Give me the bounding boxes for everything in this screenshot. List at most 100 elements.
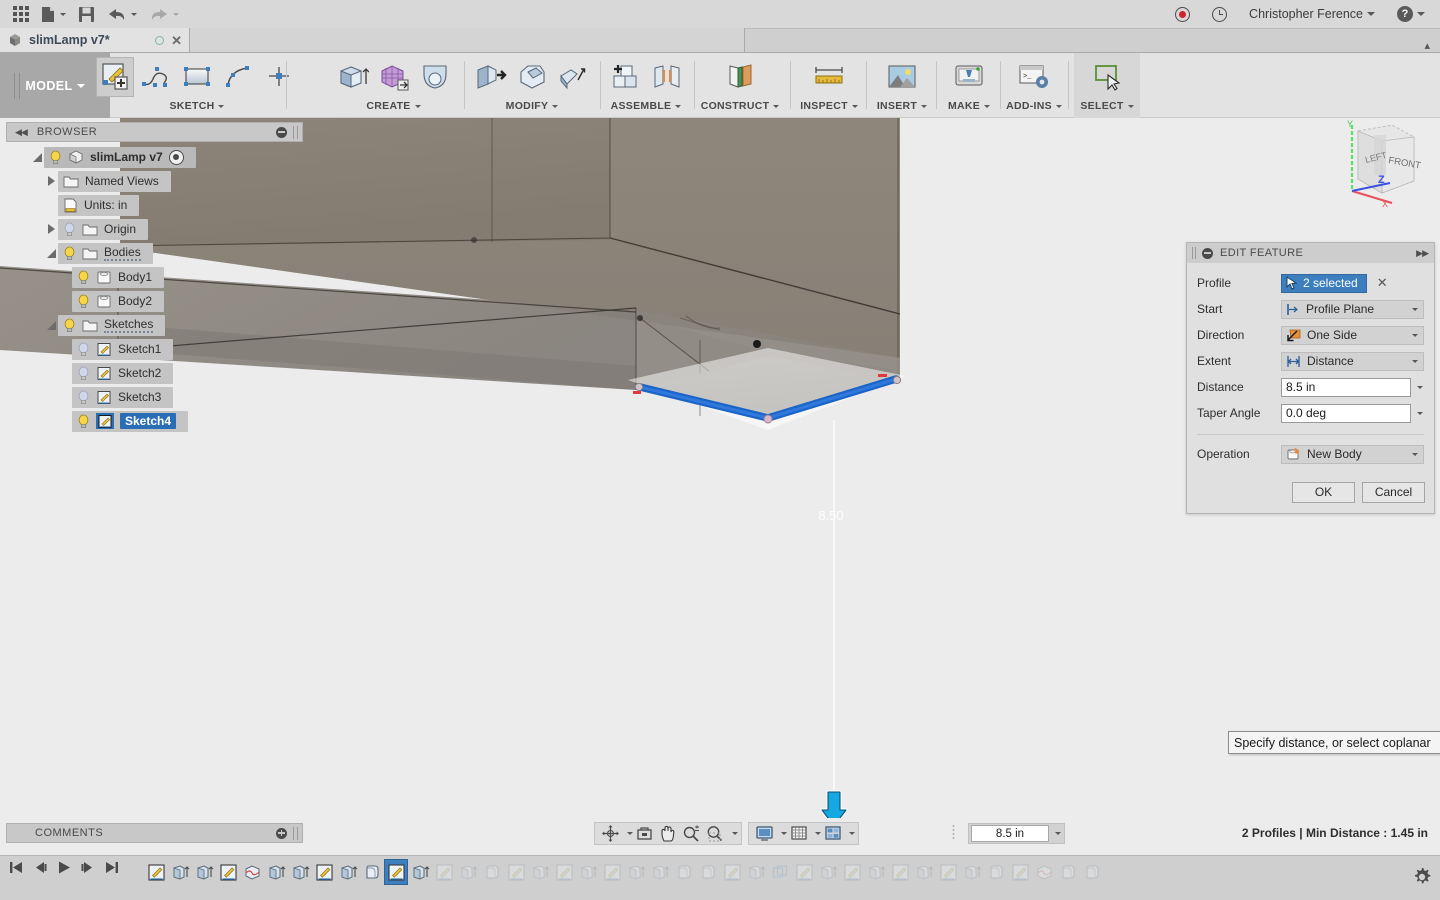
twisty-open-icon[interactable] [44,313,58,337]
timeline-item[interactable] [744,859,768,885]
down-arrow-drag-handle-icon[interactable] [820,790,848,818]
timeline-item[interactable] [768,859,792,885]
joint-icon[interactable] [648,57,686,97]
document-tab[interactable]: slimLamp v7* ✕ [0,28,190,52]
tree-row-sketches[interactable]: Sketches [6,313,303,337]
timeline-item[interactable] [648,859,672,885]
user-menu[interactable]: Christopher Ference [1244,2,1380,26]
tree-row-body1[interactable]: Body1 [6,265,303,289]
viewports-icon[interactable] [821,823,845,844]
tree-row-root[interactable]: slimLamp v7 [6,145,303,169]
timeline-item[interactable] [696,859,720,885]
timeline-item[interactable] [672,859,696,885]
distance-quick-input[interactable]: 8.5 in [968,823,1065,844]
timeline-item[interactable] [144,859,168,885]
ribbon-assemble-label[interactable]: ASSEMBLE [611,97,682,115]
offset-plane-icon[interactable] [721,57,759,97]
redo-icon[interactable] [144,2,184,26]
timeline-item[interactable] [552,859,576,885]
timeline-item[interactable] [720,859,744,885]
timeline-item[interactable] [960,859,984,885]
double-left-arrow-icon[interactable]: ◀◀ [15,127,28,138]
zoom-window-icon[interactable] [703,823,728,844]
start-dropdown[interactable]: Profile Plane [1281,299,1424,319]
timeline-item[interactable] [792,859,816,885]
timeline-item[interactable] [912,859,936,885]
timeline-item[interactable] [816,859,840,885]
timeline-item[interactable] [624,859,648,885]
new-component-icon[interactable] [607,57,645,97]
twisty-closed-icon[interactable] [44,217,58,241]
mesh-icon[interactable] [375,57,413,97]
collapse-ribbon-icon[interactable]: ▴ [1424,39,1440,52]
go-to-end-icon[interactable] [104,860,120,875]
timeline-item[interactable] [1008,859,1032,885]
timeline-item[interactable] [408,859,432,885]
draft-icon[interactable] [554,57,592,97]
tree-row-sketch2[interactable]: Sketch2 [6,361,303,385]
gear-icon[interactable] [1412,867,1432,887]
profile-select-button[interactable]: 2 selected [1281,273,1367,293]
ribbon-create-label[interactable]: CREATE [366,97,421,115]
timeline-item[interactable] [1080,859,1104,885]
pan-icon[interactable] [656,823,679,844]
go-to-beginning-icon[interactable] [8,860,24,875]
ribbon-insert-label[interactable]: INSERT [877,97,928,115]
job-status-icon[interactable] [1207,2,1232,26]
operation-dropdown[interactable]: New Body [1281,444,1424,464]
timeline-item[interactable] [984,859,1008,885]
ok-button[interactable]: OK [1292,481,1355,503]
extrude-icon[interactable] [334,57,372,97]
timeline-item[interactable] [1032,859,1056,885]
insert-image-icon[interactable] [883,57,921,97]
tree-row-sketch1[interactable]: Sketch1 [6,337,303,361]
visibility-bulb-icon[interactable] [49,150,62,165]
tree-row-bodies[interactable]: Bodies [6,241,303,265]
unit-field-grip[interactable] [952,824,957,842]
visibility-bulb-icon[interactable] [77,270,90,285]
visibility-bulb-icon[interactable] [77,342,90,357]
twisty-open-icon[interactable] [30,145,44,169]
panel-resize-grip[interactable] [293,125,298,139]
timeline-item[interactable] [456,859,480,885]
arc-icon[interactable] [219,57,257,97]
rectangle-icon[interactable] [178,57,216,97]
visibility-bulb-icon[interactable] [63,318,76,333]
timeline-item[interactable] [480,859,504,885]
app-grid-icon[interactable] [8,2,34,26]
tree-row-sketch3[interactable]: Sketch3 [6,385,303,409]
record-icon[interactable] [1170,2,1195,26]
spline-icon[interactable] [137,57,175,97]
visibility-bulb-icon[interactable] [77,390,90,405]
workspace-selector[interactable]: MODEL [0,53,110,118]
ribbon-group-label[interactable]: SKETCH [170,97,225,115]
direction-dropdown[interactable]: One Side [1281,325,1424,345]
extent-dropdown[interactable]: Distance [1281,351,1424,371]
orbit-icon[interactable] [598,823,623,844]
timeline-item[interactable] [528,859,552,885]
timeline-item[interactable] [216,859,240,885]
ribbon-select-label[interactable]: SELECT [1080,97,1134,115]
timeline-item[interactable] [384,859,408,885]
create-sketch-icon[interactable] [96,57,134,97]
minus-circle-icon[interactable] [276,126,287,138]
step-forward-icon[interactable] [80,860,96,875]
timeline-item[interactable] [936,859,960,885]
select-window-icon[interactable] [1088,57,1126,97]
tree-row-sketch4[interactable]: Sketch4 [6,409,303,433]
timeline-item[interactable] [240,859,264,885]
timeline-item[interactable] [600,859,624,885]
step-back-icon[interactable] [32,860,48,875]
visibility-eye-icon[interactable] [168,149,184,165]
close-icon[interactable]: ✕ [171,34,182,47]
play-icon[interactable] [56,860,72,875]
scripts-addins-icon[interactable]: >_ [1015,57,1053,97]
timeline-item[interactable] [840,859,864,885]
view-cube[interactable]: LEFT FRONT Y X Z [1330,118,1426,209]
dialog-header[interactable]: EDIT FEATURE ▶▶ [1187,243,1434,263]
distance-quick-value[interactable]: 8.5 in [971,825,1049,842]
timeline-item[interactable] [288,859,312,885]
plus-circle-icon[interactable] [276,827,287,839]
zoom-icon[interactable] [679,823,703,844]
cancel-button[interactable]: Cancel [1362,481,1425,503]
